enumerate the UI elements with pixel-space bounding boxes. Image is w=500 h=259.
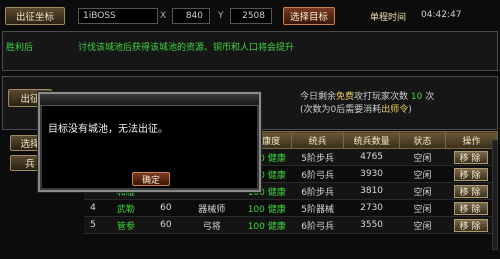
row-action-cell: 移除 [445,216,498,234]
y-coordinate-field[interactable]: 2508 [230,8,272,24]
row-status: 空闲 [399,182,446,200]
y-label: Y [218,11,224,21]
row-name: 武勒 [101,199,150,217]
row-action-cell: 移除 [445,182,498,200]
select-target-button[interactable]: 选择目标 [283,7,335,25]
coord-button[interactable]: 出征坐标 [5,7,65,25]
remove-button[interactable]: 移除 [454,167,489,181]
row-troop: 6阶弓兵 [291,216,344,234]
row-health: 100 健康 [241,216,292,234]
row-name: 管参 [101,216,150,234]
dialog-confirm-button[interactable]: 确定 [132,172,170,186]
consume-note: (次数为0后需要消耗出师令) [300,102,412,115]
row-action-cell: 移除 [445,165,498,183]
free-unit: 次 [425,92,435,102]
free-text: 今日剩余 [300,92,337,102]
note-suffix: ) [408,105,412,115]
travel-time-label: 单程时间 [370,13,407,23]
remove-button[interactable]: 移除 [454,218,489,232]
victory-label: 胜利后 [6,43,34,53]
table-scrollbar[interactable] [492,140,498,250]
free-count: 10 [410,92,423,102]
alert-dialog: 目标没有城池，无法出征。 确定 [38,92,261,192]
row-job: 器械师 [181,199,242,217]
row-job: 弓将 [181,216,242,234]
col-header-action: 操作 [444,131,499,149]
note-prefix: (次数为0后需要消耗 [300,105,382,115]
row-troop: 6阶步兵 [291,182,344,200]
row-troop: 5阶器械 [291,199,344,217]
row-count: 3810 [343,182,400,200]
x-coordinate-field[interactable]: 840 [172,8,210,24]
target-name-field[interactable]: 1iBOSS [78,8,158,24]
dialog-message: 目标没有城池，无法出征。 [48,124,168,135]
row-count: 3930 [343,165,400,183]
row-status: 空闲 [399,148,446,166]
col-header-count: 统兵数量 [343,131,401,149]
free-text2: 攻打玩家次数 [354,92,409,102]
free-word: 免费 [336,92,355,102]
free-attempts-line: 今日剩余免费攻打玩家次数 10 次 [300,89,434,102]
row-count: 4765 [343,148,400,166]
col-header-troop: 统兵 [291,131,345,149]
table-row[interactable]: 4 武勒 60 器械师 100 健康 5阶器械 2730 空闲 移除 [84,199,498,217]
dialog-title-bar [40,94,259,106]
remove-button[interactable]: 移除 [454,150,489,164]
row-count: 2730 [343,199,400,217]
note-item: 出师令 [381,105,409,115]
row-id: 4 [84,199,102,217]
remove-button[interactable]: 移除 [454,201,489,215]
row-level: 60 [149,199,182,217]
row-health: 100 健康 [241,199,292,217]
row-action-cell: 移除 [445,199,498,217]
row-level: 60 [149,216,182,234]
row-troop: 5阶步兵 [291,148,344,166]
travel-time-value: 04:42:47 [421,10,462,20]
row-status: 空闲 [399,216,446,234]
row-status: 空闲 [399,199,446,217]
remove-button[interactable]: 移除 [454,184,489,198]
row-count: 3550 [343,216,400,234]
x-label: X [160,11,167,21]
row-troop: 6阶弓兵 [291,165,344,183]
col-header-status: 状态 [399,131,446,149]
table-row[interactable]: 5 管参 60 弓将 100 健康 6阶弓兵 3550 空闲 移除 [84,216,498,234]
row-status: 空闲 [399,165,446,183]
victory-text: 讨伐该城池后获得该城池的资源、铜币和人口将会提升 [78,43,295,53]
row-action-cell: 移除 [445,148,498,166]
row-id: 5 [84,216,102,234]
